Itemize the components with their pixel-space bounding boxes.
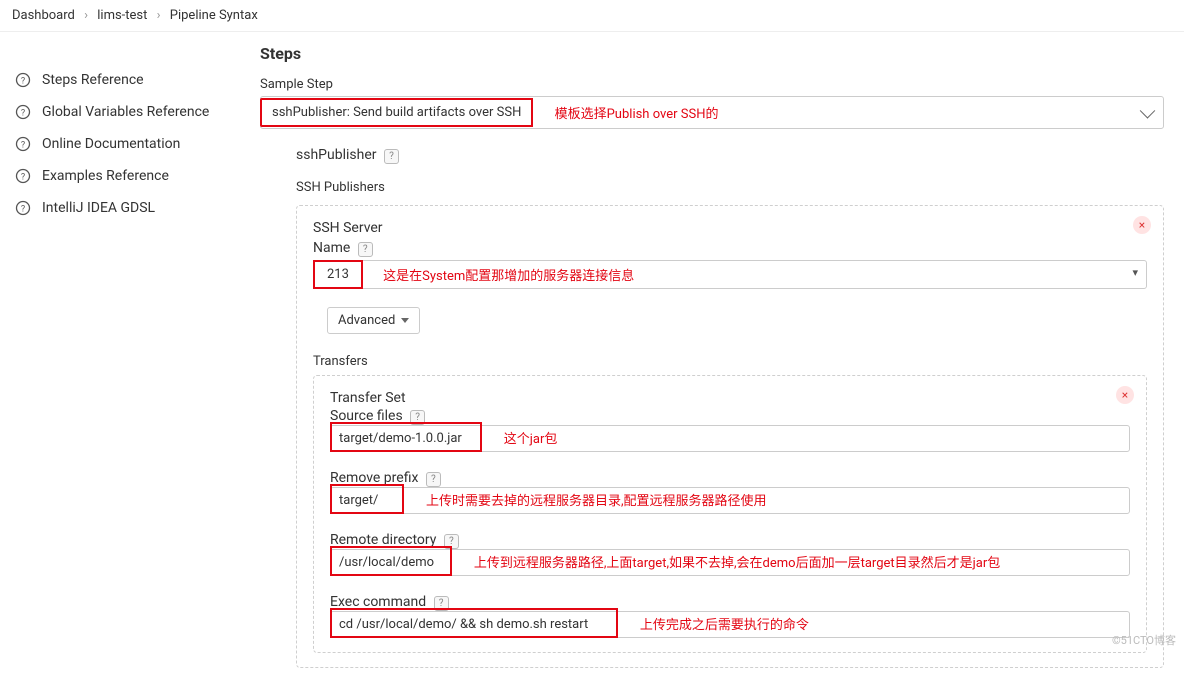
svg-text:?: ?: [21, 77, 25, 87]
watermark: ©51CTO博客: [1112, 632, 1176, 648]
breadcrumb: Dashboard › lims-test › Pipeline Syntax: [0, 0, 1184, 32]
ssh-server-name-select[interactable]: 213 这是在System配置那增加的服务器连接信息: [313, 260, 1147, 289]
crumb-project[interactable]: lims-test: [97, 8, 147, 23]
remote-directory-label: Remote directory: [330, 532, 436, 548]
help-icon: ?: [14, 199, 32, 217]
help-icon[interactable]: ?: [384, 149, 399, 164]
exec-command-label: Exec command: [330, 594, 426, 610]
remove-prefix-label: Remove prefix: [330, 470, 418, 486]
main-content: Steps Sample Step sshPublisher: Send bui…: [240, 32, 1184, 698]
remote-directory-input[interactable]: [330, 549, 1130, 576]
sidebar-item-global-variables-reference[interactable]: ? Global Variables Reference: [0, 96, 240, 128]
transfers-title: Transfers: [313, 354, 1147, 369]
chevron-right-icon: ›: [84, 8, 88, 23]
page-title: Steps: [260, 44, 1164, 63]
sample-step-select[interactable]: sshPublisher: Send build artifacts over …: [260, 96, 1164, 129]
source-files-label: Source files: [330, 408, 403, 424]
transfer-set-box: × Transfer Set Source files ? target/dem…: [313, 375, 1147, 653]
help-icon: ?: [14, 71, 32, 89]
annotation-sample-step: 模板选择Publish over SSH的: [555, 103, 719, 122]
remove-prefix-input[interactable]: [330, 487, 1130, 514]
crumb-dashboard[interactable]: Dashboard: [12, 8, 75, 23]
help-icon[interactable]: ?: [358, 242, 373, 257]
sidebar-item-label: Online Documentation: [42, 136, 180, 152]
help-icon: ?: [14, 103, 32, 121]
ssh-publisher-box: × SSH Server Name ? 213 这是在System配置那增加的服…: [296, 205, 1164, 668]
sidebar-item-examples-reference[interactable]: ? Examples Reference: [0, 160, 240, 192]
sample-step-highlight: sshPublisher: Send build artifacts over …: [260, 98, 533, 127]
sidebar-item-online-documentation[interactable]: ? Online Documentation: [0, 128, 240, 160]
sidebar-item-label: Examples Reference: [42, 168, 169, 184]
sample-step-value: sshPublisher: Send build artifacts over …: [272, 105, 521, 120]
sidebar-item-label: Global Variables Reference: [42, 104, 209, 120]
sidebar-item-intellij-idea-gdsl[interactable]: ? IntelliJ IDEA GDSL: [0, 192, 240, 224]
ssh-server-name-highlight: 213: [313, 260, 363, 289]
sidebar-item-label: Steps Reference: [42, 72, 144, 88]
help-icon[interactable]: ?: [426, 472, 441, 487]
help-icon[interactable]: ?: [434, 596, 449, 611]
advanced-label: Advanced: [338, 313, 395, 328]
source-files-input[interactable]: [330, 425, 1130, 452]
transfer-set-title: Transfer Set: [330, 390, 1130, 406]
help-icon[interactable]: ?: [444, 534, 459, 549]
close-icon[interactable]: ×: [1116, 386, 1134, 404]
svg-text:?: ?: [21, 205, 25, 215]
chevron-right-icon: ›: [157, 8, 161, 23]
chevron-down-icon: [401, 318, 409, 323]
close-icon[interactable]: ×: [1133, 216, 1151, 234]
advanced-button[interactable]: Advanced: [327, 307, 420, 334]
svg-text:?: ?: [21, 141, 25, 151]
exec-command-input[interactable]: [330, 611, 1130, 638]
crumb-page[interactable]: Pipeline Syntax: [170, 8, 258, 23]
help-icon: ?: [14, 167, 32, 185]
ssh-publisher-label: sshPublisher: [296, 147, 377, 163]
sidebar-item-label: IntelliJ IDEA GDSL: [42, 200, 155, 216]
sidebar: ? Steps Reference ? Global Variables Ref…: [0, 32, 240, 698]
sample-step-label: Sample Step: [260, 77, 1164, 92]
ssh-server-title: SSH Server: [313, 220, 1147, 236]
ssh-server-name-value: 213: [327, 267, 349, 282]
svg-text:?: ?: [21, 109, 25, 119]
sidebar-item-steps-reference[interactable]: ? Steps Reference: [0, 64, 240, 96]
name-label: Name: [313, 240, 350, 256]
help-icon: ?: [14, 135, 32, 153]
svg-text:?: ?: [21, 173, 25, 183]
annotation-server-name: 这是在System配置那增加的服务器连接信息: [383, 265, 634, 284]
ssh-publishers-title: SSH Publishers: [296, 180, 1164, 195]
help-icon[interactable]: ?: [410, 410, 425, 425]
